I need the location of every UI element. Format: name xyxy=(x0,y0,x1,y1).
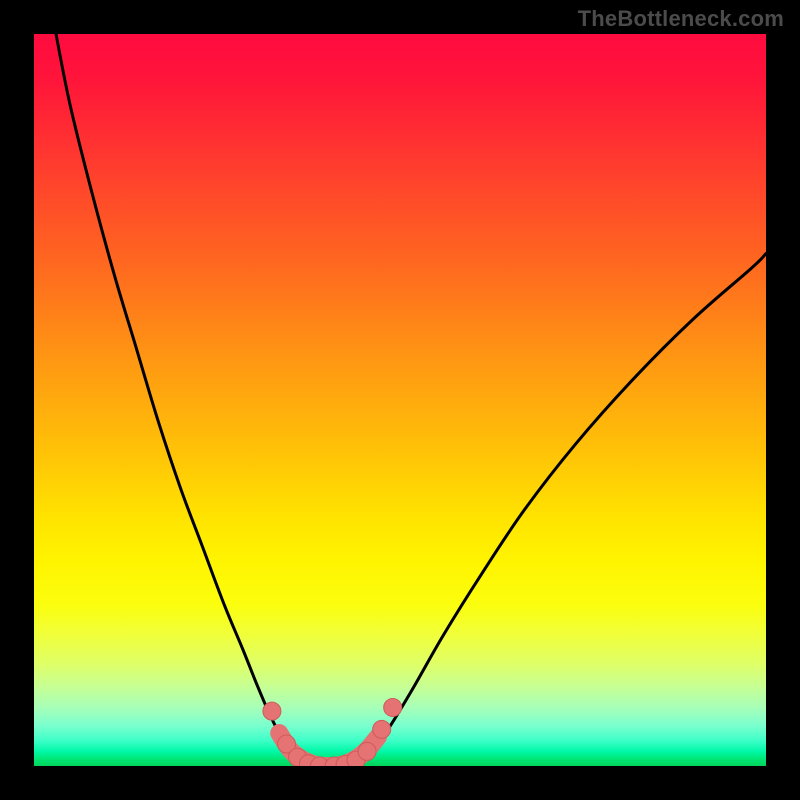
chart-svg xyxy=(34,34,766,766)
bottleneck-curve xyxy=(56,34,766,762)
chart-frame: TheBottleneck.com xyxy=(0,0,800,800)
chart-plot-area xyxy=(34,34,766,766)
watermark-text: TheBottleneck.com xyxy=(578,6,784,32)
